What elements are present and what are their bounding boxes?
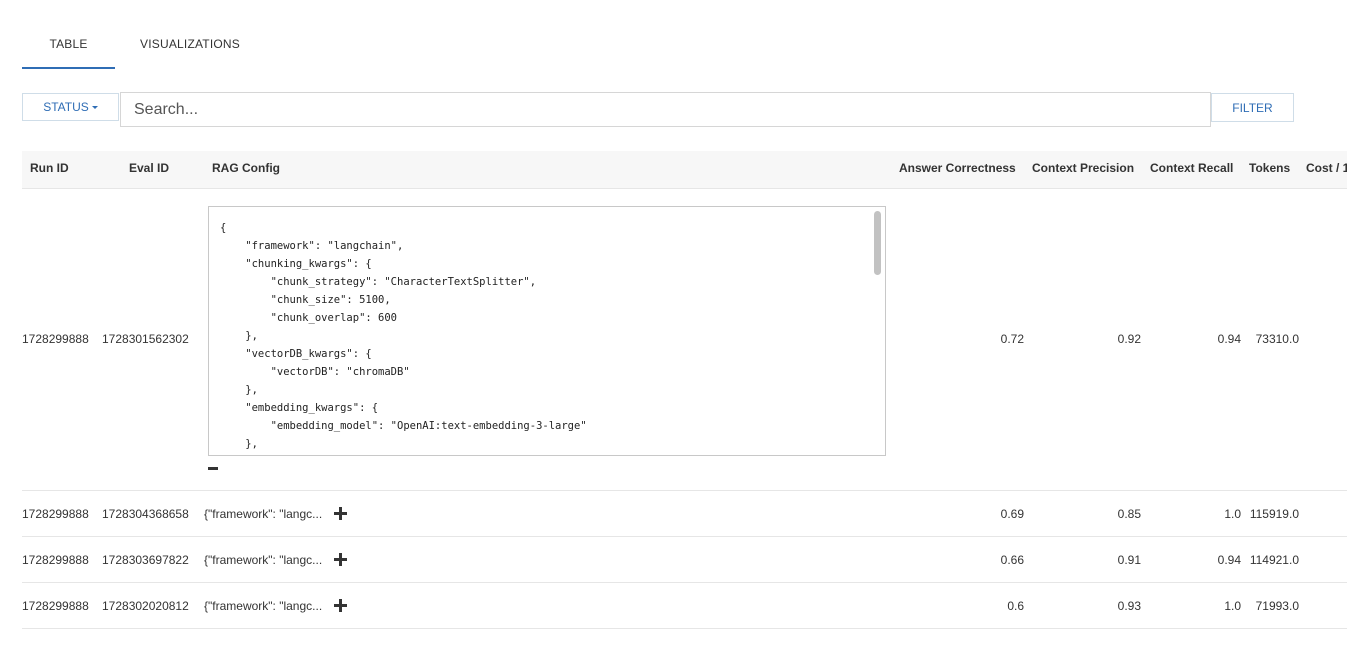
table-row: 1728299888 1728303697822 {"framework": "… [22, 537, 1347, 583]
tokens-cell: 115919.0 [1249, 507, 1299, 521]
answer-correctness-cell: 0.6 [1007, 599, 1024, 613]
column-header-context-precision[interactable]: Context Precision [1032, 151, 1134, 188]
answer-correctness-cell: 0.72 [1000, 332, 1024, 346]
context-precision-cell: 0.91 [1117, 553, 1141, 567]
page: TABLE VISUALIZATIONS STATUS FILTER Run I… [0, 0, 1347, 663]
column-header-tokens[interactable]: Tokens [1249, 151, 1290, 188]
context-recall-cell: 0.94 [1217, 332, 1241, 346]
table-row: 1728299888 1728301562302 { "framework": … [22, 189, 1347, 491]
filter-button[interactable]: FILTER [1211, 93, 1294, 122]
expand-plus-icon[interactable] [334, 553, 347, 566]
tokens-cell: 73310.0 [1255, 332, 1299, 346]
eval-id-cell: 1728303697822 [102, 553, 189, 567]
tokens-cell: 114921.0 [1249, 553, 1299, 567]
rag-config-cell: {"framework": "langc... [204, 599, 323, 613]
answer-correctness-cell: 0.66 [1000, 553, 1024, 567]
table-row: 1728299888 1728302020812 {"framework": "… [22, 583, 1347, 629]
rag-config-expanded[interactable]: { "framework": "langchain", "chunking_kw… [208, 206, 886, 456]
status-dropdown-button[interactable]: STATUS [22, 93, 119, 121]
results-table: Run ID Eval ID RAG Config Answer Correct… [22, 151, 1347, 641]
expand-plus-icon[interactable] [334, 599, 347, 612]
rag-config-cell: {"framework": "langc... [204, 507, 323, 521]
collapse-minus-icon[interactable] [208, 467, 218, 470]
status-button-label: STATUS [43, 100, 89, 114]
table-row: 1728299888 1728304368658 {"framework": "… [22, 491, 1347, 537]
rag-config-json: { "framework": "langchain", "chunking_kw… [220, 222, 587, 450]
tokens-cell: 71993.0 [1255, 599, 1299, 613]
column-header-run-id[interactable]: Run ID [30, 151, 69, 188]
expand-plus-icon[interactable] [334, 507, 347, 520]
caret-down-icon [91, 106, 98, 109]
run-id-cell: 1728299888 [22, 332, 89, 346]
column-header-cost[interactable]: Cost / 1 [1306, 151, 1347, 188]
config-scrollbar[interactable] [874, 211, 881, 275]
run-id-cell: 1728299888 [22, 507, 89, 521]
column-header-context-recall[interactable]: Context Recall [1150, 151, 1233, 188]
context-recall-cell: 0.94 [1217, 553, 1241, 567]
run-id-cell: 1728299888 [22, 599, 89, 613]
eval-id-cell: 1728301562302 [102, 332, 189, 346]
rag-config-cell: {"framework": "langc... [204, 553, 323, 567]
run-id-cell: 1728299888 [22, 553, 89, 567]
tab-visualizations[interactable]: VISUALIZATIONS [115, 24, 265, 69]
table-header: Run ID Eval ID RAG Config Answer Correct… [22, 151, 1347, 189]
column-header-answer-correctness[interactable]: Answer Correctness [899, 151, 1016, 188]
column-header-rag-config[interactable]: RAG Config [212, 151, 280, 188]
context-precision-cell: 0.93 [1117, 599, 1141, 613]
context-precision-cell: 0.92 [1117, 332, 1141, 346]
eval-id-cell: 1728304368658 [102, 507, 189, 521]
column-header-eval-id[interactable]: Eval ID [129, 151, 169, 188]
context-recall-cell: 1.0 [1224, 507, 1241, 521]
search-input[interactable] [120, 92, 1211, 127]
tab-bar: TABLE VISUALIZATIONS [22, 24, 265, 69]
eval-id-cell: 1728302020812 [102, 599, 189, 613]
tab-table[interactable]: TABLE [22, 24, 115, 69]
context-precision-cell: 0.85 [1117, 507, 1141, 521]
answer-correctness-cell: 0.69 [1000, 507, 1024, 521]
context-recall-cell: 1.0 [1224, 599, 1241, 613]
